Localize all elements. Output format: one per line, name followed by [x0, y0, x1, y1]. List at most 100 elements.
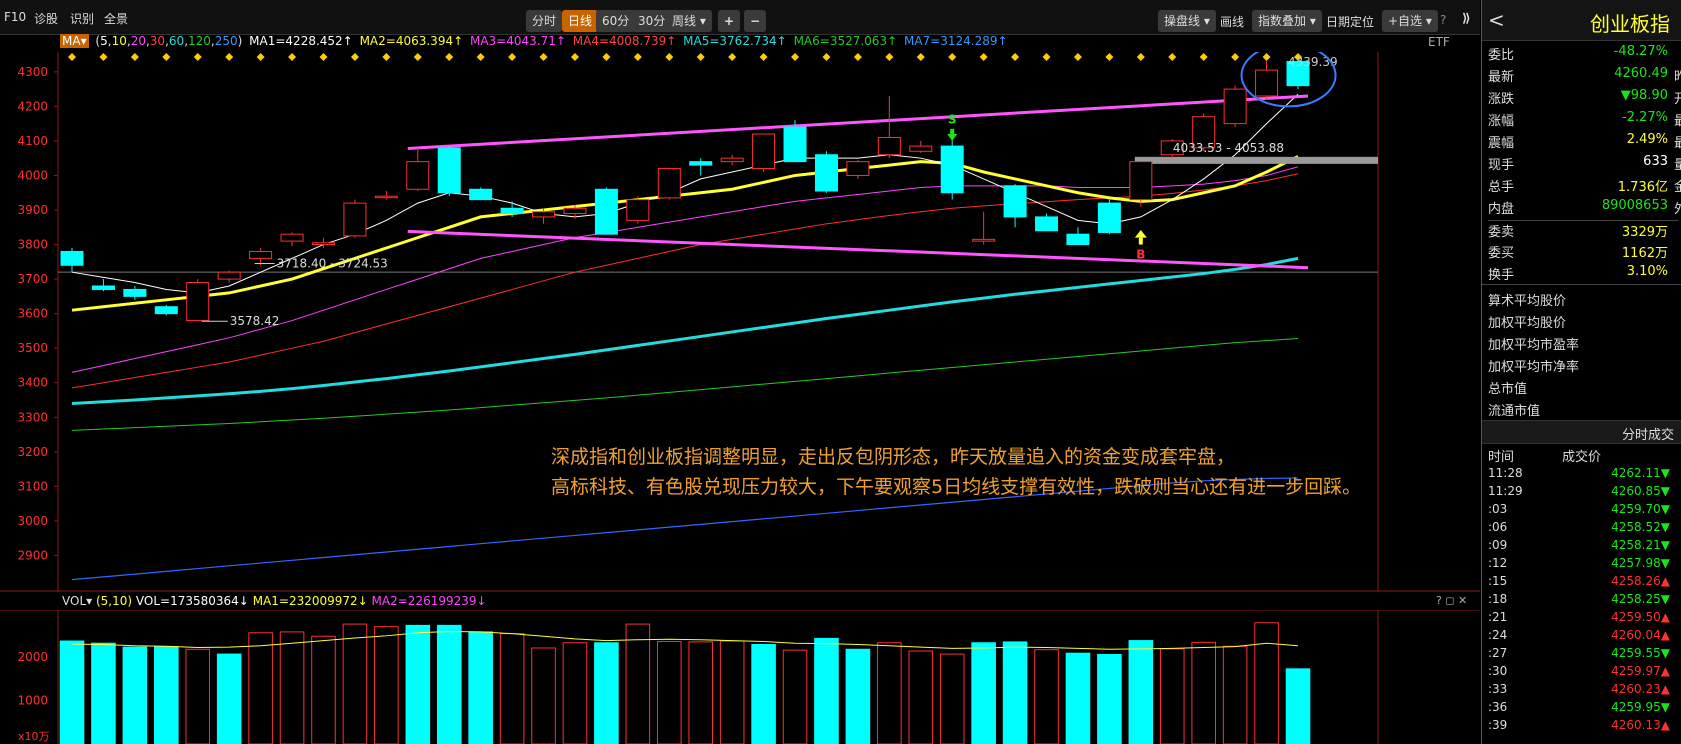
volume-bar[interactable] [374, 626, 399, 744]
volume-bar[interactable] [185, 648, 211, 744]
volume-bar[interactable] [814, 637, 839, 744]
candle-body[interactable] [1255, 69, 1279, 97]
etf-toggle[interactable]: ETF [1428, 35, 1450, 49]
candle-body[interactable] [657, 168, 681, 199]
candle-body[interactable] [532, 211, 556, 218]
date-locate-button[interactable]: 日期定位 [1326, 13, 1374, 30]
candle-body[interactable] [343, 202, 367, 237]
candle-body[interactable] [60, 250, 84, 266]
candle-body[interactable] [437, 147, 461, 194]
zoom-out-button[interactable]: − [744, 10, 767, 32]
candle-body[interactable] [594, 188, 618, 235]
volume-bar[interactable] [939, 653, 965, 744]
candle-body[interactable] [940, 145, 964, 194]
volume-bar[interactable] [877, 642, 902, 744]
draw-line-button[interactable]: 画线 [1220, 13, 1244, 30]
candle-body[interactable] [91, 285, 115, 290]
candle-body[interactable] [311, 242, 335, 246]
volume-bar[interactable] [562, 642, 588, 744]
volume-bar[interactable] [751, 644, 776, 744]
candle-body[interactable] [626, 199, 650, 221]
index-overlay-dropdown[interactable]: 指数叠加 ▾ [1252, 10, 1322, 32]
volume-bar[interactable] [971, 642, 996, 744]
volume-bar[interactable] [1254, 622, 1279, 744]
candle-body[interactable] [406, 161, 430, 190]
candle-body[interactable] [1097, 202, 1121, 233]
candle-body[interactable] [814, 154, 838, 192]
panorama-link[interactable]: 全景 [104, 10, 128, 27]
volume-bar[interactable] [59, 640, 85, 744]
volume-bar[interactable] [342, 623, 368, 744]
volume-bar[interactable] [216, 653, 242, 744]
candle-body[interactable] [374, 195, 398, 199]
volume-bar[interactable] [248, 632, 273, 744]
volume-bar[interactable] [688, 641, 714, 744]
volume-bar[interactable] [499, 633, 525, 744]
candle-body[interactable] [123, 288, 147, 297]
volume-bar[interactable] [1034, 649, 1059, 744]
collapse-icon[interactable]: ⟫ [1462, 11, 1471, 25]
volume-bar[interactable] [1065, 652, 1091, 744]
volume-bar[interactable] [91, 642, 116, 744]
candle-body[interactable] [720, 157, 744, 163]
volume-bar[interactable] [279, 631, 305, 744]
identify-link[interactable]: 识别 [70, 10, 94, 27]
candle-body[interactable] [1129, 161, 1153, 201]
volume-bar[interactable] [1285, 668, 1311, 744]
volume-bar[interactable] [656, 640, 682, 744]
candle-body[interactable] [186, 282, 210, 322]
diagnose-link[interactable]: 诊股 [34, 10, 58, 27]
volume-bar[interactable] [1002, 641, 1028, 744]
candle-body[interactable] [469, 188, 493, 201]
help-icon[interactable]: ? [1440, 13, 1446, 27]
candle-body[interactable] [1223, 88, 1247, 125]
period-daily-button[interactable]: 日线 [562, 10, 599, 32]
trading-line-dropdown[interactable]: 操盘线 ▾ [1158, 10, 1216, 32]
candle-body[interactable] [972, 238, 996, 242]
candle-body[interactable] [846, 161, 870, 176]
candle-body[interactable] [909, 145, 933, 152]
period-60min-button[interactable]: 60分 [596, 10, 636, 32]
volume-bar[interactable] [1159, 648, 1185, 744]
volume-bar[interactable] [782, 649, 808, 744]
volume-bar[interactable] [531, 647, 556, 744]
candle-body[interactable] [563, 207, 587, 214]
volume-bar[interactable] [845, 648, 871, 744]
volume-bar[interactable] [594, 642, 619, 744]
period-weekly-dropdown[interactable]: 周线 ▾ [666, 10, 712, 32]
candle-body[interactable] [280, 233, 304, 242]
add-watchlist-dropdown[interactable]: +自选 ▾ [1382, 10, 1438, 32]
volume-bar[interactable] [1222, 645, 1248, 744]
volume-bar[interactable] [1128, 640, 1154, 744]
candle-body[interactable] [500, 207, 524, 214]
candle-body[interactable] [249, 250, 273, 259]
volume-bar[interactable] [1097, 653, 1122, 744]
candle-body[interactable] [1066, 233, 1090, 246]
volume-bar[interactable] [1191, 641, 1216, 744]
volume-bar[interactable] [122, 646, 148, 744]
candlestick-chart[interactable]: 4300 4200 4100 4000 3900 3800 3700 3600 3500 3400… [0, 52, 1480, 592]
zoom-in-button[interactable]: + [718, 10, 741, 32]
period-intraday-button[interactable]: 分时 [526, 10, 563, 32]
volume-bar[interactable] [311, 635, 336, 744]
vol-dropdown[interactable]: VOL▾ [62, 594, 92, 608]
volume-bar[interactable] [625, 623, 651, 744]
volume-bar[interactable] [719, 640, 745, 744]
back-arrow-icon[interactable]: < [1488, 8, 1505, 32]
candle-body[interactable] [689, 161, 713, 166]
volume-bar[interactable] [468, 631, 493, 744]
volume-chart[interactable]: 2000 1000 x10万 [0, 610, 1480, 744]
volume-bar[interactable] [908, 650, 934, 744]
candle-body[interactable] [217, 271, 241, 280]
volume-bar[interactable] [405, 624, 431, 744]
candle-body[interactable] [1035, 216, 1059, 232]
vol-window-controls[interactable]: ? ◻ ✕ [1436, 594, 1467, 607]
candle-body[interactable] [154, 306, 178, 315]
candle-body[interactable] [783, 126, 807, 163]
volume-bar[interactable] [154, 646, 179, 744]
f10-link[interactable]: F10 [4, 10, 26, 24]
ma-dropdown[interactable]: MA▾ [60, 34, 89, 48]
candle-body[interactable] [877, 136, 901, 156]
volume-bar[interactable] [436, 624, 462, 744]
candle-body[interactable] [1003, 185, 1027, 218]
